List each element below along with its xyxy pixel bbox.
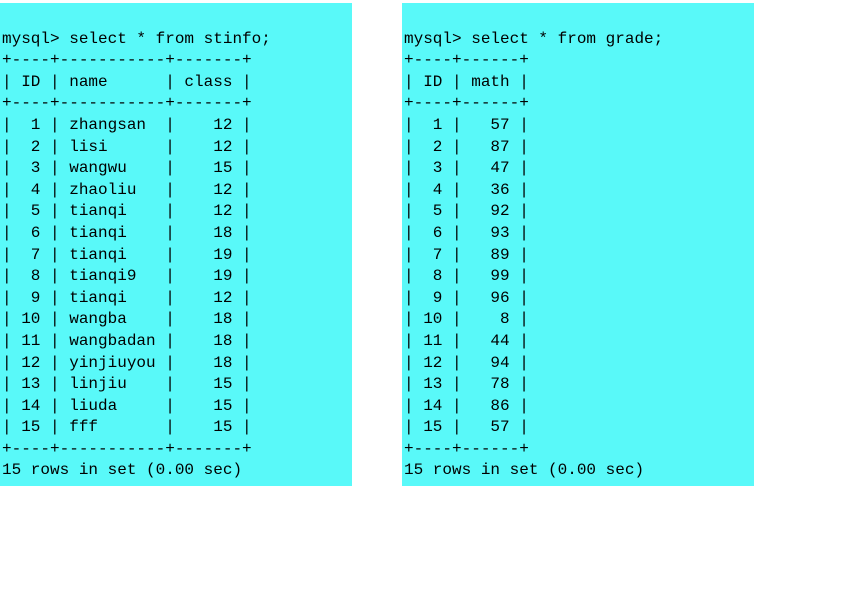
result-footer: 15 rows in set (0.00 sec) bbox=[2, 461, 242, 479]
terminal-stinfo: mysql> select * from stinfo; +----+-----… bbox=[0, 3, 352, 486]
border-top: +----+-----------+-------+ bbox=[2, 51, 252, 69]
table-row: | 11 | wangbadan | 18 | bbox=[2, 332, 252, 350]
table-row: | 7 | 89 | bbox=[404, 246, 529, 264]
table-row: | 13 | linjiu | 15 | bbox=[2, 375, 252, 393]
table-row: | 10 | 8 | bbox=[404, 310, 529, 328]
table-row: | 3 | wangwu | 15 | bbox=[2, 159, 252, 177]
border-top: +----+------+ bbox=[404, 51, 529, 69]
table-row: | 8 | tianqi9 | 19 | bbox=[2, 267, 252, 285]
border-bot: +----+------+ bbox=[404, 440, 529, 458]
table-row: | 13 | 78 | bbox=[404, 375, 529, 393]
table-header: | ID | name | class | bbox=[2, 73, 252, 91]
table-row: | 11 | 44 | bbox=[404, 332, 529, 350]
terminal-grade: mysql> select * from grade; +----+------… bbox=[402, 3, 754, 486]
table-row: | 12 | 94 | bbox=[404, 354, 529, 372]
table-row: | 2 | 87 | bbox=[404, 138, 529, 156]
query-line: mysql> select * from grade; bbox=[404, 30, 663, 48]
table-row: | 12 | yinjiuyou | 18 | bbox=[2, 354, 252, 372]
border-bot: +----+-----------+-------+ bbox=[2, 440, 252, 458]
query-line: mysql> select * from stinfo; bbox=[2, 30, 271, 48]
table-row: | 15 | fff | 15 | bbox=[2, 418, 252, 436]
table-row: | 14 | liuda | 15 | bbox=[2, 397, 252, 415]
table-row: | 5 | 92 | bbox=[404, 202, 529, 220]
table-row: | 9 | tianqi | 12 | bbox=[2, 289, 252, 307]
table-row: | 2 | lisi | 12 | bbox=[2, 138, 252, 156]
table-row: | 6 | 93 | bbox=[404, 224, 529, 242]
table-row: | 4 | zhaoliu | 12 | bbox=[2, 181, 252, 199]
table-row: | 6 | tianqi | 18 | bbox=[2, 224, 252, 242]
border-mid: +----+------+ bbox=[404, 94, 529, 112]
result-footer: 15 rows in set (0.00 sec) bbox=[404, 461, 644, 479]
table-row: | 10 | wangba | 18 | bbox=[2, 310, 252, 328]
table-row: | 5 | tianqi | 12 | bbox=[2, 202, 252, 220]
border-mid: +----+-----------+-------+ bbox=[2, 94, 252, 112]
table-row: | 4 | 36 | bbox=[404, 181, 529, 199]
table-header: | ID | math | bbox=[404, 73, 529, 91]
table-row: | 7 | tianqi | 19 | bbox=[2, 246, 252, 264]
table-row: | 3 | 47 | bbox=[404, 159, 529, 177]
table-row: | 15 | 57 | bbox=[404, 418, 529, 436]
table-row: | 8 | 99 | bbox=[404, 267, 529, 285]
table-row: | 9 | 96 | bbox=[404, 289, 529, 307]
table-row: | 14 | 86 | bbox=[404, 397, 529, 415]
table-row: | 1 | zhangsan | 12 | bbox=[2, 116, 252, 134]
table-row: | 1 | 57 | bbox=[404, 116, 529, 134]
